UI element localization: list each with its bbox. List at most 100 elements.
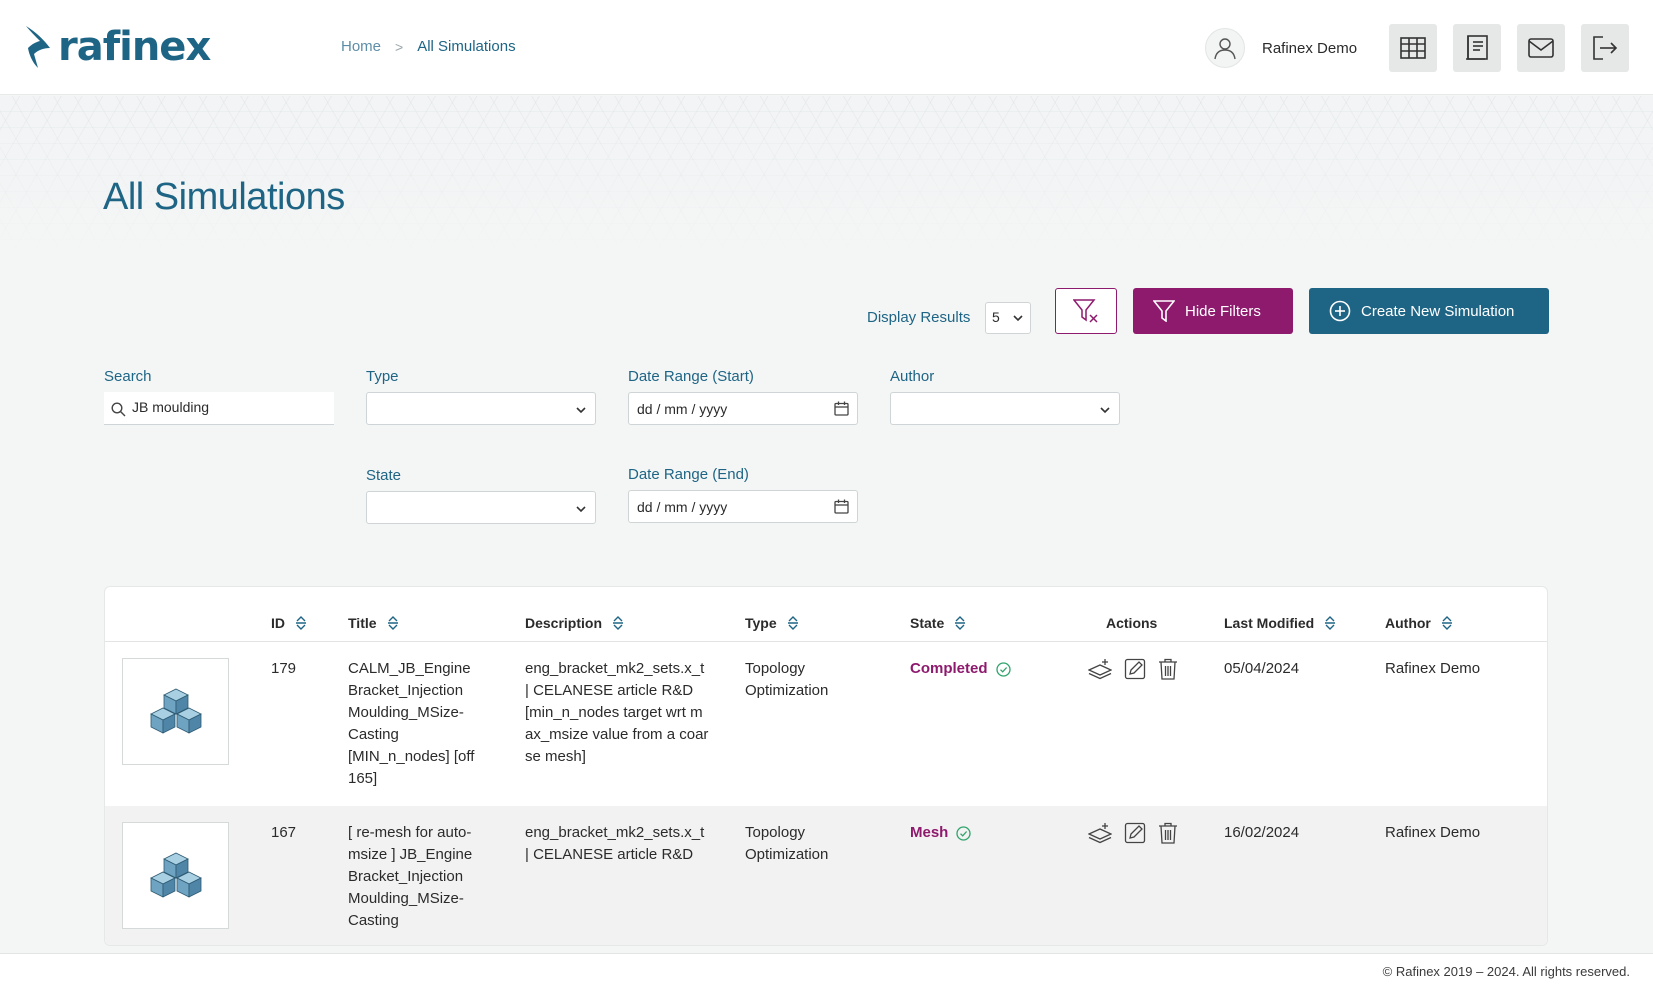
cell-description: eng_bracket_mk2_sets.x_t | CELANESE arti…	[525, 660, 709, 765]
check-circle-icon	[956, 825, 971, 841]
date-range-end-input[interactable]: dd / mm / yyyy	[628, 490, 858, 523]
column-header-state-label: State	[910, 615, 945, 631]
trash-icon	[1159, 822, 1177, 844]
page-footer: © Rafinex 2019 – 2024. All rights reserv…	[0, 953, 1653, 988]
sort-icon[interactable]	[387, 615, 399, 631]
sort-icon[interactable]	[787, 615, 799, 631]
cell-id: 179	[271, 660, 297, 677]
search-value: JB moulding	[132, 399, 210, 415]
type-filter-label: Type	[366, 368, 399, 385]
cubes-icon	[149, 688, 202, 734]
date-range-start-label: Date Range (Start)	[628, 368, 754, 385]
edit-icon	[1124, 822, 1146, 844]
cell-last-modified: 05/04/2024	[1224, 660, 1300, 677]
column-header-type-label: Type	[745, 615, 777, 631]
date-range-start-placeholder: dd / mm / yyyy	[637, 401, 728, 417]
logout-button[interactable]	[1581, 24, 1629, 72]
column-header-description[interactable]: Description	[525, 615, 624, 631]
calendar-icon[interactable]	[834, 499, 849, 514]
column-header-title[interactable]: Title	[348, 615, 399, 631]
breadcrumb-current[interactable]: All Simulations	[417, 38, 515, 55]
display-results-value: 5	[992, 309, 1000, 325]
user-menu[interactable]: Rafinex Demo	[1205, 28, 1357, 68]
cell-author: Rafinex Demo	[1385, 824, 1481, 841]
column-header-last-modified-label: Last Modified	[1224, 615, 1315, 631]
column-header-author[interactable]: Author	[1385, 615, 1453, 631]
sort-icon[interactable]	[1441, 615, 1453, 631]
simulation-thumbnail[interactable]	[122, 822, 229, 929]
chevron-down-icon	[576, 407, 586, 414]
simulation-thumbnail[interactable]	[122, 658, 229, 765]
sort-icon[interactable]	[954, 615, 966, 631]
sort-icon[interactable]	[1324, 615, 1336, 631]
layers-plus-icon	[1088, 823, 1112, 844]
table-row[interactable]: 167 [ re-mesh for auto-msize ] JB_Engine…	[105, 806, 1547, 945]
cell-author: Rafinex Demo	[1385, 660, 1481, 677]
column-header-state[interactable]: State	[910, 615, 966, 631]
page-title: All Simulations	[103, 176, 345, 218]
cell-title[interactable]: [ re-mesh for auto-msize ] JB_Engine Bra…	[348, 822, 498, 932]
edit-button[interactable]	[1124, 822, 1146, 844]
create-new-simulation-button[interactable]: Create New Simulation	[1309, 288, 1549, 334]
table-view-button[interactable]	[1389, 24, 1437, 72]
date-range-end-placeholder: dd / mm / yyyy	[637, 499, 728, 515]
search-icon	[111, 402, 126, 417]
edit-button[interactable]	[1124, 658, 1146, 680]
mail-icon	[1528, 38, 1554, 58]
date-range-start-input[interactable]: dd / mm / yyyy	[628, 392, 858, 425]
column-header-title-label: Title	[348, 615, 377, 631]
column-header-id[interactable]: ID	[271, 615, 307, 631]
display-results-select[interactable]: 5	[985, 302, 1031, 334]
rafinex-logo[interactable]: rafinex	[24, 22, 211, 72]
avatar[interactable]	[1205, 28, 1245, 68]
edit-icon	[1124, 658, 1146, 680]
add-layer-button[interactable]	[1088, 658, 1112, 680]
notebook-icon	[1466, 35, 1488, 60]
check-circle-icon	[995, 661, 1011, 677]
add-layer-button[interactable]	[1088, 822, 1112, 844]
sort-icon[interactable]	[612, 615, 624, 631]
row-actions	[1088, 658, 1190, 680]
state-filter-label: State	[366, 467, 402, 484]
hide-filters-label: Hide Filters	[1185, 302, 1261, 320]
chevron-down-icon	[1013, 315, 1023, 322]
column-header-actions: Actions	[1106, 615, 1157, 631]
clear-filters-button[interactable]	[1055, 288, 1117, 334]
delete-button[interactable]	[1158, 822, 1178, 844]
row-actions	[1088, 822, 1190, 844]
author-filter-select[interactable]	[890, 392, 1120, 425]
documentation-button[interactable]	[1453, 24, 1501, 72]
calendar-icon[interactable]	[834, 401, 849, 416]
plus-circle-icon	[1329, 300, 1351, 322]
messages-button[interactable]	[1517, 24, 1565, 72]
table-icon	[1400, 37, 1426, 59]
column-header-description-label: Description	[525, 615, 603, 631]
delete-button[interactable]	[1158, 658, 1178, 680]
cell-title[interactable]: CALM_JB_Engine Bracket_Injection Mouldin…	[348, 658, 498, 790]
breadcrumb-separator: >	[395, 38, 404, 55]
display-results-label: Display Results	[867, 309, 971, 326]
date-range-end-label: Date Range (End)	[628, 466, 749, 483]
column-header-last-modified[interactable]: Last Modified	[1224, 615, 1336, 631]
table-row[interactable]: 179 CALM_JB_Engine Bracket_Injection Mou…	[105, 642, 1547, 806]
chevron-down-icon	[576, 506, 586, 513]
type-filter-select[interactable]	[366, 392, 596, 425]
status-badge: Completed	[910, 658, 1011, 680]
cell-state-label: Mesh	[910, 824, 949, 841]
column-header-actions-label: Actions	[1106, 615, 1158, 631]
copyright-text: © Rafinex 2019 – 2024. All rights reserv…	[1382, 964, 1630, 979]
column-header-author-label: Author	[1385, 615, 1431, 631]
layers-plus-icon	[1088, 659, 1112, 680]
column-header-type[interactable]: Type	[745, 615, 799, 631]
create-new-simulation-label: Create New Simulation	[1361, 302, 1515, 320]
cell-last-modified: 16/02/2024	[1224, 824, 1300, 841]
search-input[interactable]: JB moulding	[104, 392, 334, 425]
hide-filters-button[interactable]: Hide Filters	[1133, 288, 1293, 334]
breadcrumb: Home > All Simulations	[341, 38, 516, 55]
rafinex-logo-mark-icon	[26, 26, 50, 68]
logout-icon	[1593, 36, 1618, 60]
breadcrumb-home-link[interactable]: Home	[341, 38, 381, 55]
sort-icon[interactable]	[295, 615, 307, 631]
state-filter-select[interactable]	[366, 491, 596, 524]
cell-state-label: Completed	[910, 660, 988, 677]
